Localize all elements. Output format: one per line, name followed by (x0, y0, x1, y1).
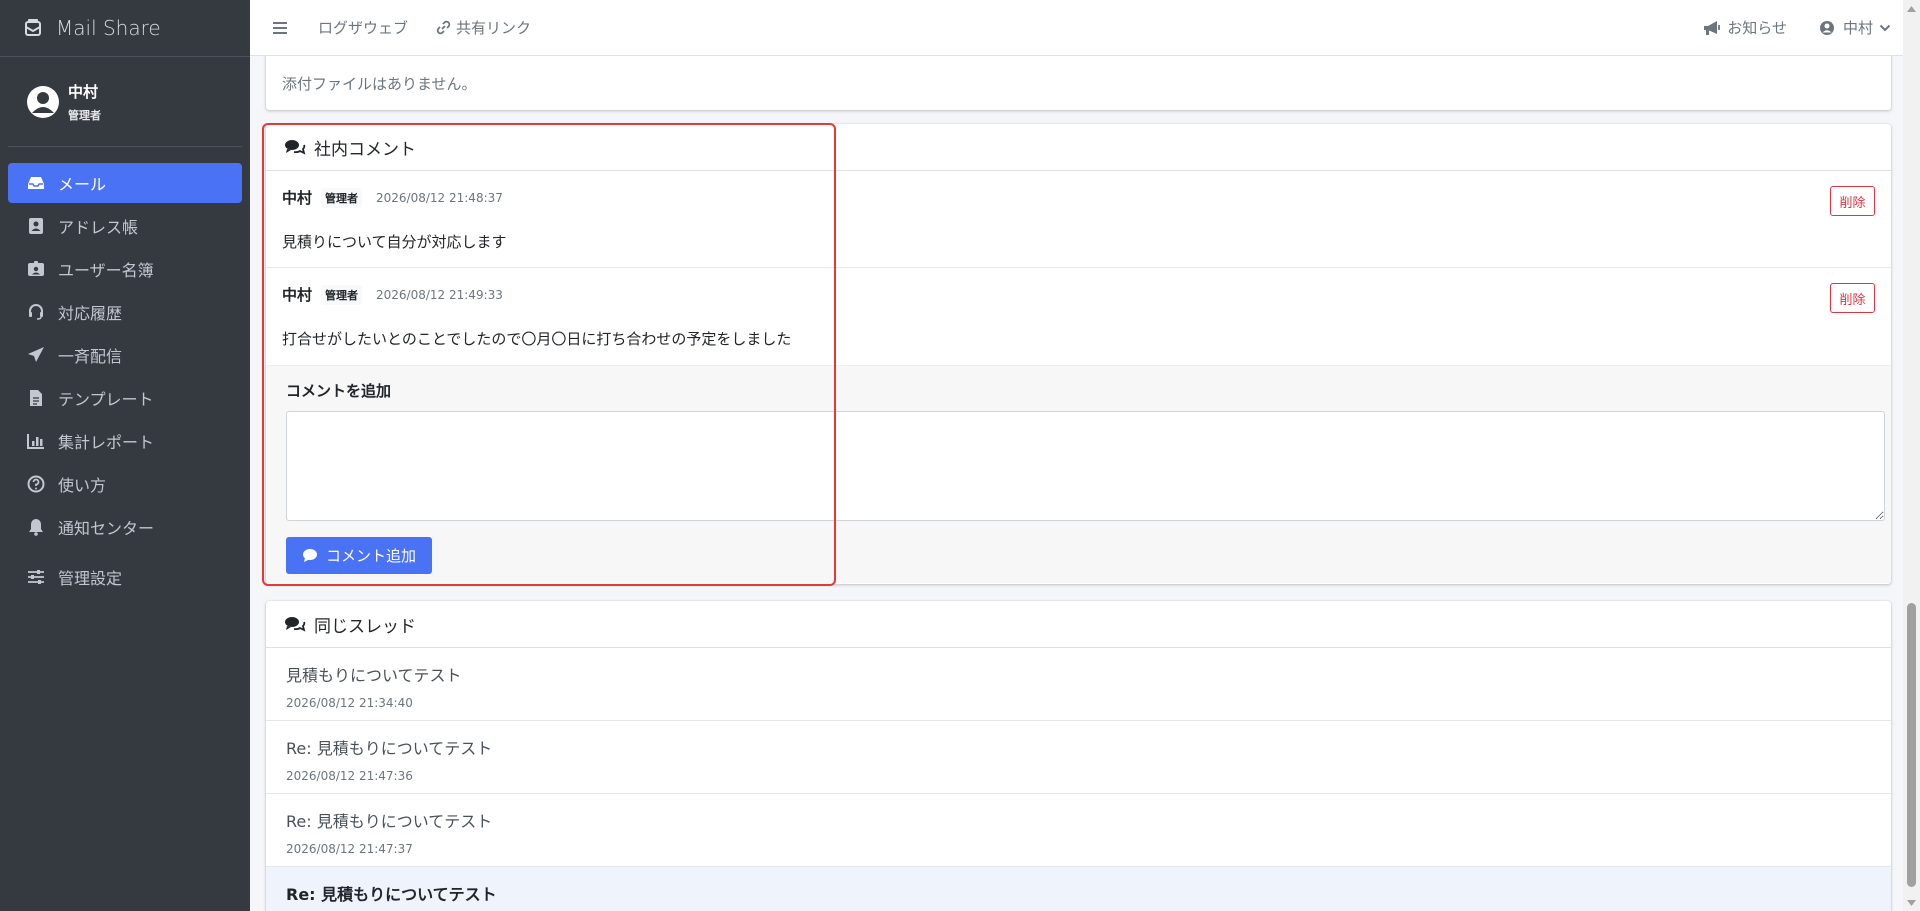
scroll-down-arrow-icon[interactable] (1907, 898, 1916, 907)
sidebar-item-label: 使い方 (58, 476, 107, 495)
user-circle-icon (1819, 19, 1837, 37)
sidebar-item-label: 集計レポート (58, 433, 155, 452)
notice-label: お知らせ (1727, 19, 1787, 37)
inbox-icon (26, 173, 46, 193)
sidebar-item-label: 管理設定 (58, 569, 123, 588)
thread-list-item[interactable]: Re: 見積もりについてテスト 2026/08/12 21:47:36 (266, 721, 1891, 794)
sidebar-item-how-to[interactable]: 使い方 (8, 464, 242, 504)
thread-subject: Re: 見積もりについてテスト (286, 885, 497, 904)
add-comment-form: コメントを追加 コメント追加 (266, 365, 1891, 583)
page-scrollbar[interactable] (1903, 0, 1920, 911)
bell-icon (26, 517, 46, 537)
mail-stack-icon (22, 17, 44, 39)
sidebar-item-address-book[interactable]: アドレス帳 (8, 206, 242, 246)
thread-list-item[interactable]: Re: 見積もりについてテスト 2026/08/12 21:47:37 (266, 794, 1891, 867)
comments-icon (284, 615, 306, 633)
thread-header: 同じスレッド (266, 601, 1891, 648)
bar-chart-icon (26, 431, 46, 451)
user-menu-dropdown[interactable]: 中村 (1819, 17, 1891, 38)
megaphone-icon (1703, 19, 1721, 37)
comments-header: 社内コメント (266, 124, 1891, 171)
sliders-icon (26, 567, 46, 587)
thread-subject: Re: 見積もりについてテスト (286, 739, 493, 758)
sidebar-item-label: メール (58, 175, 107, 194)
link-icon (436, 20, 452, 36)
main-content: 添付ファイルはありません。 社内コメント 中村 管理者 2026/08/12 2… (250, 56, 1903, 911)
brand-link[interactable]: Mail Share (0, 0, 250, 57)
chevron-down-icon (1879, 24, 1891, 32)
user-avatar-icon (26, 85, 60, 119)
attachments-card: 添付ファイルはありません。 (266, 56, 1891, 110)
comment-timestamp: 2026/08/12 21:48:37 (376, 190, 503, 205)
menu-toggle-icon[interactable] (272, 19, 290, 37)
sidebar-item-broadcast[interactable]: 一斉配信 (8, 335, 242, 375)
paper-plane-icon (26, 345, 46, 365)
address-book-icon (26, 216, 46, 236)
sidebar-item-user-directory[interactable]: ユーザー名簿 (8, 249, 242, 289)
comment-item: 中村 管理者 2026/08/12 21:49:33 打合せがしたいとのことでし… (266, 268, 1891, 365)
thread-subject: Re: 見積もりについてテスト (286, 812, 493, 831)
comments-icon (284, 138, 306, 156)
comment-role-badge: 管理者 (321, 284, 363, 305)
sidebar: Mail Share 中村 管理者 メール アドレス帳 ユーザー名簿 対応履歴 (0, 0, 250, 911)
no-attachments-text: 添付ファイルはありません。 (282, 74, 477, 93)
comments-title: 社内コメント (314, 139, 416, 160)
sidebar-item-label: 一斉配信 (58, 347, 123, 366)
sidebar-item-mail[interactable]: メール (8, 163, 242, 203)
comment-body: 打合せがしたいとのことでしたので〇月〇日に打ち合わせの予定をしました (282, 330, 792, 348)
file-text-icon (26, 388, 46, 408)
same-thread-card: 同じスレッド 見積もりについてテスト 2026/08/12 21:34:40 R… (266, 601, 1891, 911)
top-navbar: ログザウェブ 共有リンク お知らせ 中村 (250, 0, 1903, 56)
sidebar-item-history[interactable]: 対応履歴 (8, 292, 242, 332)
top-link-label: 共有リンク (456, 19, 532, 37)
top-link-label: ログザウェブ (318, 19, 409, 37)
comment-textarea[interactable] (286, 411, 1885, 521)
sidebar-nav: メール アドレス帳 ユーザー名簿 対応履歴 一斉配信 テンプレート 集計レポート (0, 147, 250, 597)
question-circle-icon (26, 474, 46, 494)
user-role: 管理者 (68, 108, 101, 122)
add-comment-button[interactable]: コメント追加 (286, 537, 432, 574)
sidebar-item-templates[interactable]: テンプレート (8, 378, 242, 418)
thread-date: 2026/08/12 21:47:37 (286, 842, 413, 856)
comment-author: 中村 (282, 189, 313, 207)
top-link-logtheweb[interactable]: ログザウェブ (318, 17, 408, 38)
comment-timestamp: 2026/08/12 21:49:33 (376, 287, 503, 302)
comment-role-badge: 管理者 (321, 187, 363, 208)
comment-item: 中村 管理者 2026/08/12 21:48:37 見積りについて自分が対応し… (266, 171, 1891, 268)
sidebar-item-admin-settings[interactable]: 管理設定 (8, 557, 242, 597)
top-link-share[interactable]: 共有リンク (436, 17, 531, 38)
delete-comment-button[interactable]: 削除 (1830, 283, 1875, 313)
sidebar-item-notification-center[interactable]: 通知センター (8, 507, 242, 547)
user-menu-label: 中村 (1842, 19, 1873, 37)
sidebar-item-label: ユーザー名簿 (58, 261, 154, 280)
delete-comment-button[interactable]: 削除 (1830, 186, 1875, 216)
user-panel[interactable]: 中村 管理者 (8, 57, 242, 147)
headset-icon (26, 302, 46, 322)
comment-body: 見積りについて自分が対応します (282, 233, 507, 251)
sidebar-item-label: 対応履歴 (58, 304, 123, 323)
internal-comments-card: 社内コメント 中村 管理者 2026/08/12 21:48:37 見積りについ… (266, 124, 1891, 584)
brand-name: Mail Share (56, 16, 161, 40)
add-comment-label: コメントを追加 (286, 382, 392, 400)
thread-list-item-current[interactable]: Re: 見積もりについてテスト (266, 867, 1891, 911)
sidebar-item-label: 通知センター (58, 519, 155, 538)
id-badge-icon (26, 259, 46, 279)
notice-button[interactable]: お知らせ (1703, 17, 1787, 38)
user-name: 中村 (68, 82, 99, 101)
thread-list-item[interactable]: 見積もりについてテスト 2026/08/12 21:34:40 (266, 648, 1891, 721)
sidebar-item-label: テンプレート (58, 390, 154, 409)
thread-date: 2026/08/12 21:34:40 (286, 696, 413, 710)
add-comment-button-label: コメント追加 (325, 547, 416, 565)
thread-subject: 見積もりについてテスト (286, 666, 462, 685)
top-right-menu: お知らせ 中村 (1671, 17, 1891, 38)
scroll-up-arrow-icon[interactable] (1907, 4, 1916, 13)
scrollbar-thumb[interactable] (1907, 603, 1916, 887)
comment-author: 中村 (282, 286, 313, 304)
sidebar-item-reports[interactable]: 集計レポート (8, 421, 242, 461)
comment-bubble-icon (302, 548, 318, 564)
thread-date: 2026/08/12 21:47:36 (286, 769, 413, 783)
sidebar-item-label: アドレス帳 (58, 218, 139, 237)
thread-title: 同じスレッド (314, 616, 416, 637)
